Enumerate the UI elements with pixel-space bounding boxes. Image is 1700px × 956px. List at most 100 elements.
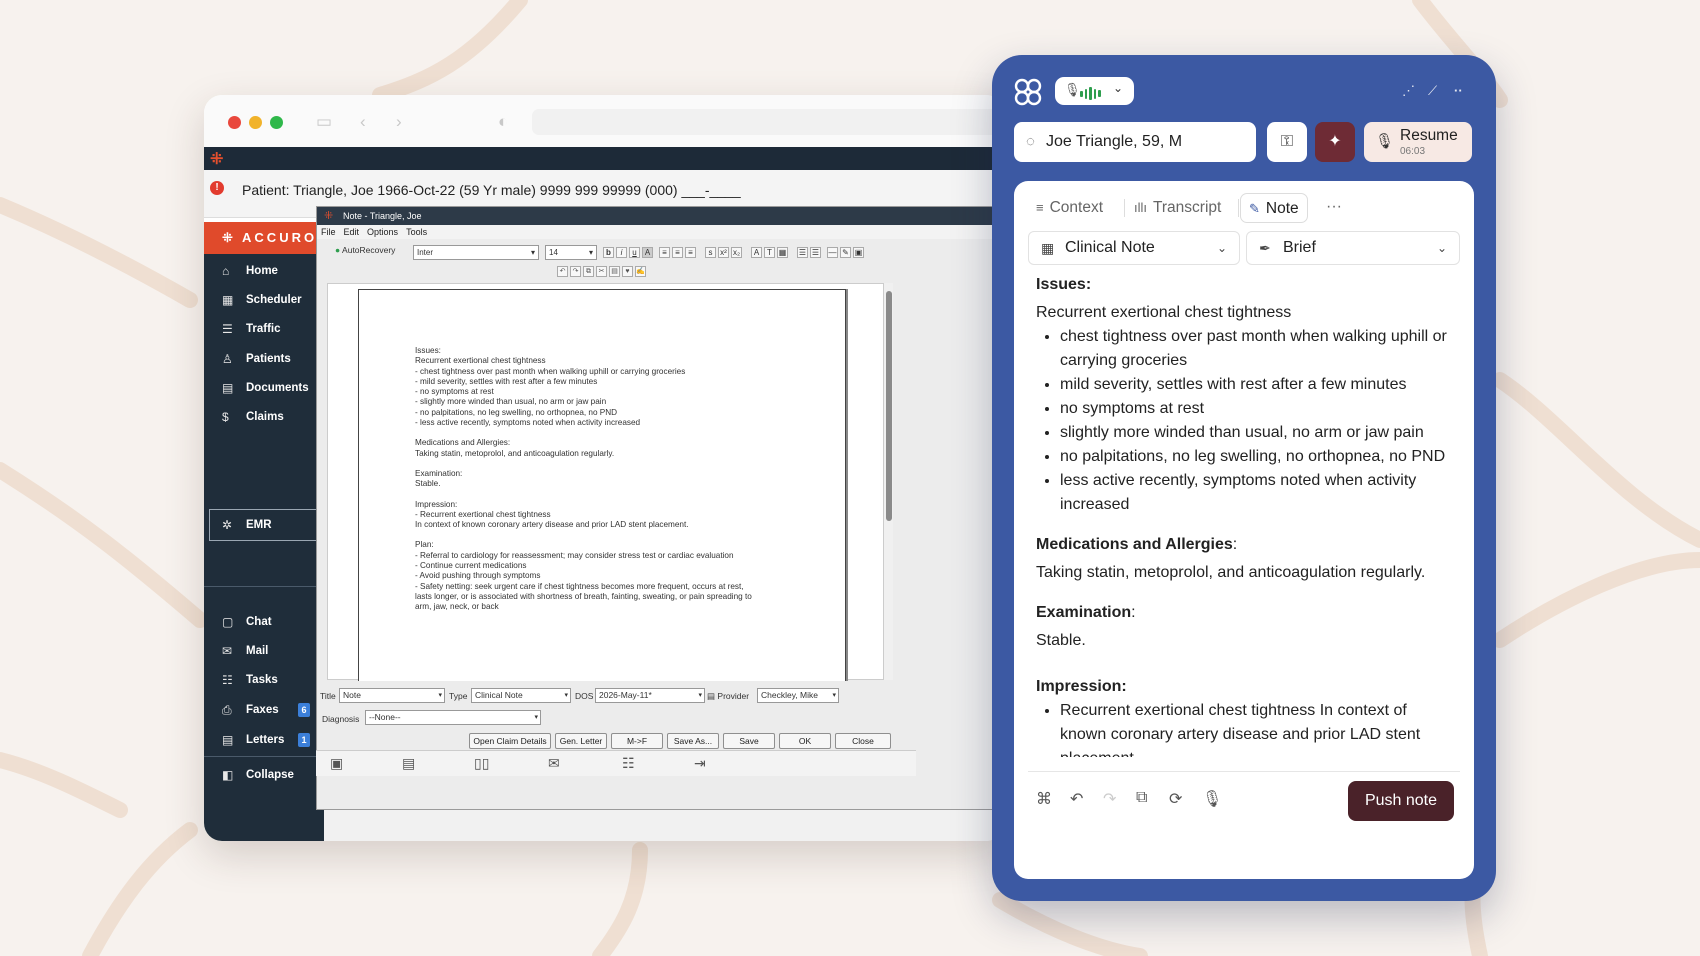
ok-button[interactable]: OK bbox=[779, 733, 831, 749]
minimize-icon[interactable]: ⋰ bbox=[1402, 83, 1415, 99]
copy-icon[interactable]: ⧉ bbox=[583, 266, 594, 277]
style-select[interactable]: ✒ Brief ⌄ bbox=[1246, 231, 1460, 265]
sidebar-item-emr[interactable]: ✲ EMR bbox=[209, 509, 319, 541]
menu-options[interactable]: Options bbox=[367, 227, 398, 237]
type-select[interactable]: Clinical Note ▾ bbox=[471, 688, 571, 703]
sidebar-item-tasks[interactable]: ☷ Tasks bbox=[204, 665, 324, 695]
close-button[interactable]: Close bbox=[835, 733, 891, 749]
resume-button[interactable]: 🎙 Resume 06:03 bbox=[1364, 122, 1472, 162]
form-icon[interactable]: ▤ bbox=[402, 755, 415, 772]
heart-icon[interactable]: ♥ bbox=[622, 266, 633, 277]
note-page[interactable]: Issues: Recurrent exertional chest tightn… bbox=[358, 289, 846, 681]
sidebar-item-traffic[interactable]: ☰ Traffic bbox=[204, 314, 324, 344]
patient-field[interactable]: ◌ Joe Triangle, 59, M bbox=[1014, 122, 1256, 162]
push-note-button[interactable]: Push note bbox=[1348, 781, 1454, 821]
superscript-button[interactable]: x² bbox=[718, 247, 729, 258]
sign-icon[interactable]: ✍ bbox=[635, 266, 646, 277]
sidebar-item-scheduler[interactable]: ▦ Scheduler bbox=[204, 285, 324, 315]
list-icon[interactable]: ☷ bbox=[622, 755, 635, 772]
alert-icon[interactable]: ! bbox=[210, 181, 224, 195]
note-bullet: less active recently, symptoms noted whe… bbox=[1060, 469, 1456, 517]
highlight-button[interactable]: A bbox=[642, 247, 653, 258]
mail-icon[interactable]: ✉ bbox=[548, 755, 560, 772]
nav-label: Scheduler bbox=[246, 294, 302, 306]
microphone-selector[interactable]: 🎙 ⌄ bbox=[1055, 77, 1134, 105]
numbered-list-icon[interactable]: ☰ bbox=[810, 247, 821, 258]
magic-wand-button[interactable]: ✦ bbox=[1315, 122, 1355, 162]
cut-icon[interactable]: ✂ bbox=[596, 266, 607, 277]
note-content[interactable]: Issues: Recurrent exertional chest tight… bbox=[1036, 273, 1456, 757]
paste-icon[interactable]: ▤ bbox=[609, 266, 620, 277]
open-claim-details-button[interactable]: Open Claim Details bbox=[469, 733, 551, 749]
align-right-icon[interactable]: ≡ bbox=[685, 247, 696, 258]
gen-letter-button[interactable]: Gen. Letter bbox=[555, 733, 607, 749]
bold-button[interactable]: b bbox=[603, 247, 614, 258]
align-left-icon[interactable]: ≡ bbox=[659, 247, 670, 258]
diagnosis-select[interactable]: --None-- ▾ bbox=[365, 710, 541, 725]
bullet-list-icon[interactable]: ☰ bbox=[797, 247, 808, 258]
address-bar[interactable] bbox=[532, 109, 1004, 135]
microphone-icon[interactable]: 🎙 bbox=[1202, 789, 1222, 809]
back-arrow-icon[interactable]: ‹ bbox=[360, 112, 366, 132]
sidebar-item-patients[interactable]: ♙ Patients bbox=[204, 344, 324, 374]
book-icon[interactable]: ▯▯ bbox=[474, 755, 489, 772]
note-document-text[interactable]: Issues: Recurrent exertional chest tightn… bbox=[415, 346, 835, 613]
collapse-button[interactable]: ◧ Collapse bbox=[204, 760, 324, 790]
sidebar-item-faxes[interactable]: ⎙ Faxes 6 bbox=[204, 695, 324, 725]
sidebar-item-home[interactable]: ⌂ Home bbox=[204, 256, 324, 286]
title-select[interactable]: Note ▾ bbox=[339, 688, 445, 703]
save-as-button[interactable]: Save As... bbox=[667, 733, 719, 749]
sidebar-item-letters[interactable]: ▤ Letters 1 bbox=[204, 725, 324, 755]
sidebar-item-chat[interactable]: ▢ Chat bbox=[204, 607, 324, 637]
logout-icon[interactable]: ⇥ bbox=[694, 755, 706, 772]
minimize-window-button[interactable] bbox=[249, 116, 262, 129]
menu-file[interactable]: File bbox=[321, 227, 336, 237]
close-window-button[interactable] bbox=[228, 116, 241, 129]
dos-field[interactable]: 2026-May-11* ▾ bbox=[595, 688, 705, 703]
image-icon[interactable]: ▣ bbox=[853, 247, 864, 258]
refresh-icon[interactable]: ⟳ bbox=[1169, 789, 1182, 809]
tab-context[interactable]: ≡ Context bbox=[1028, 193, 1103, 223]
align-center-icon[interactable]: ≡ bbox=[672, 247, 683, 258]
redo-icon[interactable]: ↷ bbox=[1103, 789, 1116, 809]
app-logo-icon[interactable]: ⌘ bbox=[1036, 789, 1052, 809]
text-box-button[interactable]: T bbox=[764, 247, 775, 258]
text-color-button[interactable]: A bbox=[751, 247, 762, 258]
forward-arrow-icon[interactable]: › bbox=[396, 112, 402, 132]
strike-button[interactable]: s bbox=[705, 247, 716, 258]
menu-tools[interactable]: Tools bbox=[406, 227, 427, 237]
template-select[interactable]: ▦ Clinical Note ⌄ bbox=[1028, 231, 1240, 265]
copy-icon[interactable]: ⧉ bbox=[1136, 789, 1147, 807]
scrollbar-thumb[interactable] bbox=[886, 291, 892, 521]
m-to-f-button[interactable]: M->F bbox=[611, 733, 663, 749]
table-icon[interactable]: ▦ bbox=[777, 247, 788, 258]
more-tabs-icon[interactable]: ··· bbox=[1326, 193, 1342, 221]
sidebar-item-mail[interactable]: ✉ Mail bbox=[204, 636, 324, 666]
more-options-icon[interactable]: ·· bbox=[1454, 83, 1463, 98]
font-select[interactable]: Inter ▾ bbox=[413, 245, 539, 260]
calendar-icon[interactable]: ▣ bbox=[330, 755, 343, 772]
maximize-window-button[interactable] bbox=[270, 116, 283, 129]
note-editor[interactable]: Issues: Recurrent exertional chest tightn… bbox=[327, 283, 893, 681]
sidebar-item-claims[interactable]: $ Claims bbox=[204, 402, 324, 432]
save-button[interactable]: Save bbox=[723, 733, 775, 749]
key-button[interactable]: ⚿ bbox=[1267, 122, 1307, 162]
redo-icon[interactable]: ↷ bbox=[570, 266, 581, 277]
undo-icon[interactable]: ↶ bbox=[557, 266, 568, 277]
menu-edit[interactable]: Edit bbox=[344, 227, 360, 237]
underline-button[interactable]: u bbox=[629, 247, 640, 258]
pen-icon[interactable]: ✎ bbox=[840, 247, 851, 258]
dropdown-icon: ▾ bbox=[564, 692, 568, 699]
italic-button[interactable]: i bbox=[616, 247, 627, 258]
editor-scrollbar[interactable] bbox=[883, 283, 893, 680]
font-size-select[interactable]: 14 ▾ bbox=[545, 245, 597, 260]
tab-transcript[interactable]: ıllı Transcript bbox=[1126, 193, 1221, 223]
sidebar-toggle-icon[interactable]: ▭ bbox=[316, 112, 332, 132]
subscript-button[interactable]: x₂ bbox=[731, 247, 742, 258]
expand-icon[interactable]: ⟋ bbox=[1428, 83, 1437, 99]
undo-icon[interactable]: ↶ bbox=[1070, 789, 1083, 809]
sidebar-item-documents[interactable]: ▤ Documents bbox=[204, 373, 324, 403]
provider-select[interactable]: Checkley, Mike ▾ bbox=[757, 688, 839, 703]
line-icon[interactable]: — bbox=[827, 247, 838, 258]
tab-note[interactable]: ✎ Note bbox=[1240, 193, 1308, 223]
